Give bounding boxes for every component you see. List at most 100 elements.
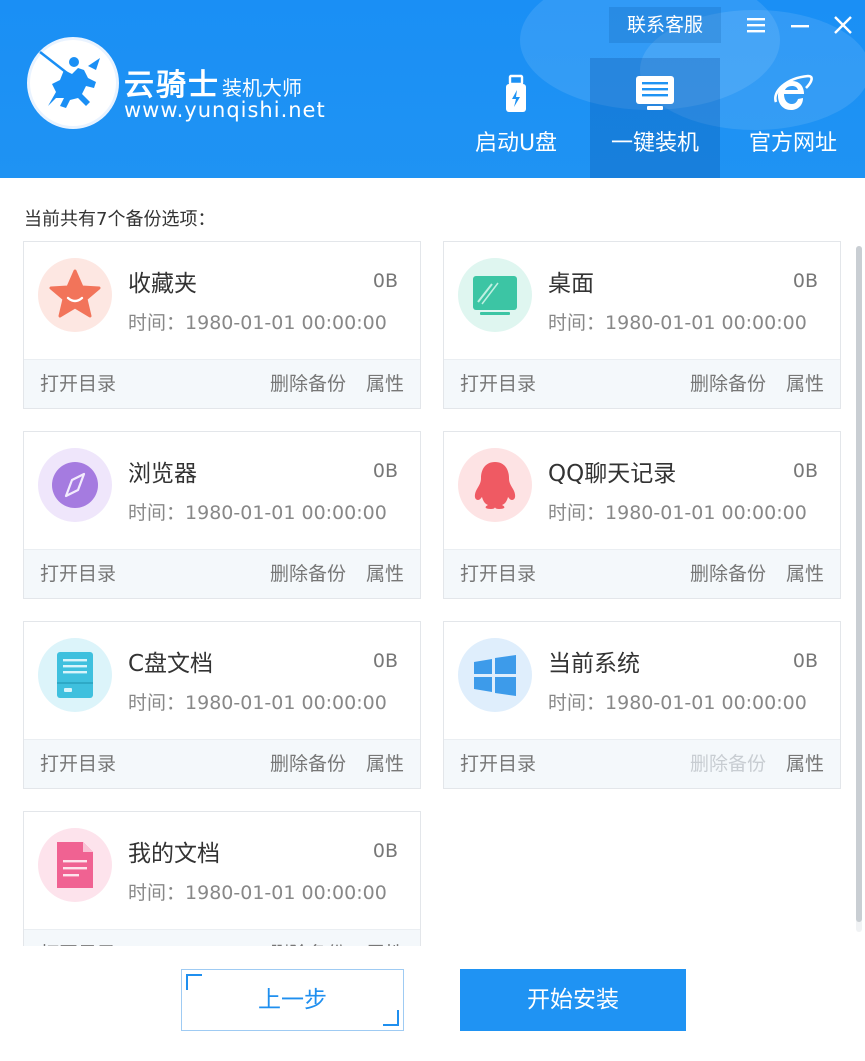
- backup-time: 时间：1980-01-01 00:00:00: [128, 308, 387, 335]
- time-prefix: 时间：: [128, 312, 186, 334]
- backup-size: 0B: [372, 460, 398, 482]
- corner-accent: [186, 974, 202, 990]
- time-value: 1980-01-01 00:00:00: [605, 692, 807, 714]
- time-value: 1980-01-01 00:00:00: [185, 692, 387, 714]
- properties-link[interactable]: 属性: [786, 740, 824, 788]
- properties-link[interactable]: 属性: [786, 360, 824, 408]
- corner-accent: [383, 1010, 399, 1026]
- properties-link[interactable]: 属性: [366, 550, 404, 598]
- qq-penguin-icon: [458, 448, 532, 522]
- time-prefix: 时间：: [548, 312, 606, 334]
- nav-one-click-install[interactable]: 一键装机: [590, 58, 720, 178]
- backup-size: 0B: [792, 270, 818, 292]
- backup-size: 0B: [792, 650, 818, 672]
- scrollbar-thumb[interactable]: [856, 246, 862, 922]
- delete-backup-link[interactable]: 删除备份: [270, 550, 346, 598]
- backup-card-current-system: 当前系统 0B 时间：1980-01-01 00:00:00 打开目录 删除备份…: [443, 621, 841, 789]
- open-folder-link[interactable]: 打开目录: [460, 360, 536, 408]
- desktop-icon: [458, 258, 532, 332]
- card-actions: 打开目录 删除备份 属性: [444, 359, 840, 408]
- backup-size: 0B: [792, 460, 818, 482]
- backup-name: 浏览器: [128, 461, 197, 487]
- backup-size: 0B: [372, 650, 398, 672]
- backup-time: 时间：1980-01-01 00:00:00: [548, 308, 807, 335]
- backup-list[interactable]: 收藏夹 0B 时间：1980-01-01 00:00:00 打开目录 删除备份 …: [0, 240, 865, 946]
- backup-card-browser: 浏览器 0B 时间：1980-01-01 00:00:00 打开目录 删除备份 …: [23, 431, 421, 599]
- nav-label: 官方网址: [748, 131, 837, 156]
- card-actions: 打开目录 删除备份 属性: [444, 549, 840, 598]
- card-actions: 打开目录 删除备份 属性: [24, 359, 420, 408]
- start-install-button[interactable]: 开始安装: [460, 969, 686, 1031]
- open-folder-link[interactable]: 打开目录: [40, 930, 116, 946]
- windows-logo-icon: [458, 638, 532, 712]
- minimize-icon[interactable]: [783, 8, 817, 42]
- favorites-star-icon: [38, 258, 112, 332]
- brand-url: www.yunqishi.net: [124, 98, 326, 122]
- properties-link[interactable]: 属性: [366, 360, 404, 408]
- ie-browser-icon: [728, 72, 858, 116]
- time-prefix: 时间：: [128, 502, 186, 524]
- my-documents-icon: [38, 828, 112, 902]
- backup-card-c-drive-docs: C盘文档 0B 时间：1980-01-01 00:00:00 打开目录 删除备份…: [23, 621, 421, 789]
- time-value: 1980-01-01 00:00:00: [605, 502, 807, 524]
- delete-backup-link[interactable]: 删除备份: [270, 740, 346, 788]
- backup-card-my-documents: 我的文档 0B 时间：1980-01-01 00:00:00 打开目录 删除备份…: [23, 811, 421, 946]
- time-value: 1980-01-01 00:00:00: [185, 502, 387, 524]
- backup-name: 收藏夹: [128, 271, 197, 297]
- backup-time: 时间：1980-01-01 00:00:00: [128, 688, 387, 715]
- backup-card-qq-chat: QQ聊天记录 0B 时间：1980-01-01 00:00:00 打开目录 删除…: [443, 431, 841, 599]
- delete-backup-link[interactable]: 删除备份: [690, 360, 766, 408]
- previous-step-label: 上一步: [258, 987, 327, 1013]
- nav-label: 启动U盘: [474, 131, 558, 156]
- card-actions: 打开目录 删除备份 属性: [444, 739, 840, 788]
- list-scrollbar[interactable]: [856, 246, 862, 932]
- card-actions: 打开目录 删除备份 属性: [24, 929, 420, 946]
- backup-count-title: 当前共有7个备份选项：: [24, 209, 216, 230]
- nav-usb-boot[interactable]: 启动U盘: [451, 58, 581, 178]
- backup-time: 时间：1980-01-01 00:00:00: [548, 688, 807, 715]
- time-value: 1980-01-01 00:00:00: [185, 882, 387, 904]
- backup-time: 时间：1980-01-01 00:00:00: [128, 878, 387, 905]
- time-prefix: 时间：: [548, 692, 606, 714]
- open-folder-link[interactable]: 打开目录: [460, 550, 536, 598]
- backup-time: 时间：1980-01-01 00:00:00: [128, 498, 387, 525]
- browser-compass-icon: [38, 448, 112, 522]
- properties-link[interactable]: 属性: [366, 930, 404, 946]
- title-bar: 云骑士 装机大师 www.yunqishi.net 联系客服 启动U盘 一键装机…: [0, 0, 865, 178]
- backup-size: 0B: [372, 840, 398, 862]
- delete-backup-link[interactable]: 删除备份: [270, 360, 346, 408]
- open-folder-link[interactable]: 打开目录: [40, 550, 116, 598]
- backup-size: 0B: [372, 270, 398, 292]
- previous-step-button[interactable]: 上一步: [181, 969, 404, 1031]
- properties-link[interactable]: 属性: [366, 740, 404, 788]
- knight-logo-icon: [27, 37, 119, 129]
- backup-name: C盘文档: [128, 651, 214, 677]
- delete-backup-link-disabled: 删除备份: [689, 753, 766, 775]
- monitor-icon: [590, 72, 720, 116]
- close-icon[interactable]: [826, 8, 860, 42]
- card-actions: 打开目录 删除备份 属性: [24, 739, 420, 788]
- backup-time: 时间：1980-01-01 00:00:00: [548, 498, 807, 525]
- delete-backup-link[interactable]: 删除备份: [690, 550, 766, 598]
- backup-name: 当前系统: [548, 651, 640, 677]
- open-folder-link[interactable]: 打开目录: [40, 740, 116, 788]
- usb-drive-icon: [451, 72, 581, 116]
- card-actions: 打开目录 删除备份 属性: [24, 549, 420, 598]
- open-folder-link[interactable]: 打开目录: [40, 360, 116, 408]
- backup-name: 我的文档: [128, 841, 220, 867]
- time-prefix: 时间：: [128, 692, 186, 714]
- nav-official-website[interactable]: 官方网址: [728, 58, 858, 178]
- properties-link[interactable]: 属性: [786, 550, 824, 598]
- brand-subtitle: 装机大师: [222, 76, 302, 100]
- menu-icon[interactable]: [739, 8, 773, 42]
- backup-name: QQ聊天记录: [548, 461, 677, 487]
- time-value: 1980-01-01 00:00:00: [605, 312, 807, 334]
- time-prefix: 时间：: [128, 882, 186, 904]
- backup-name: 桌面: [548, 271, 594, 297]
- time-prefix: 时间：: [548, 502, 606, 524]
- contact-support-button[interactable]: 联系客服: [609, 7, 721, 43]
- time-value: 1980-01-01 00:00:00: [185, 312, 387, 334]
- open-folder-link[interactable]: 打开目录: [460, 740, 536, 788]
- delete-backup-link[interactable]: 删除备份: [270, 930, 346, 946]
- backup-card-desktop: 桌面 0B 时间：1980-01-01 00:00:00 打开目录 删除备份 属…: [443, 241, 841, 409]
